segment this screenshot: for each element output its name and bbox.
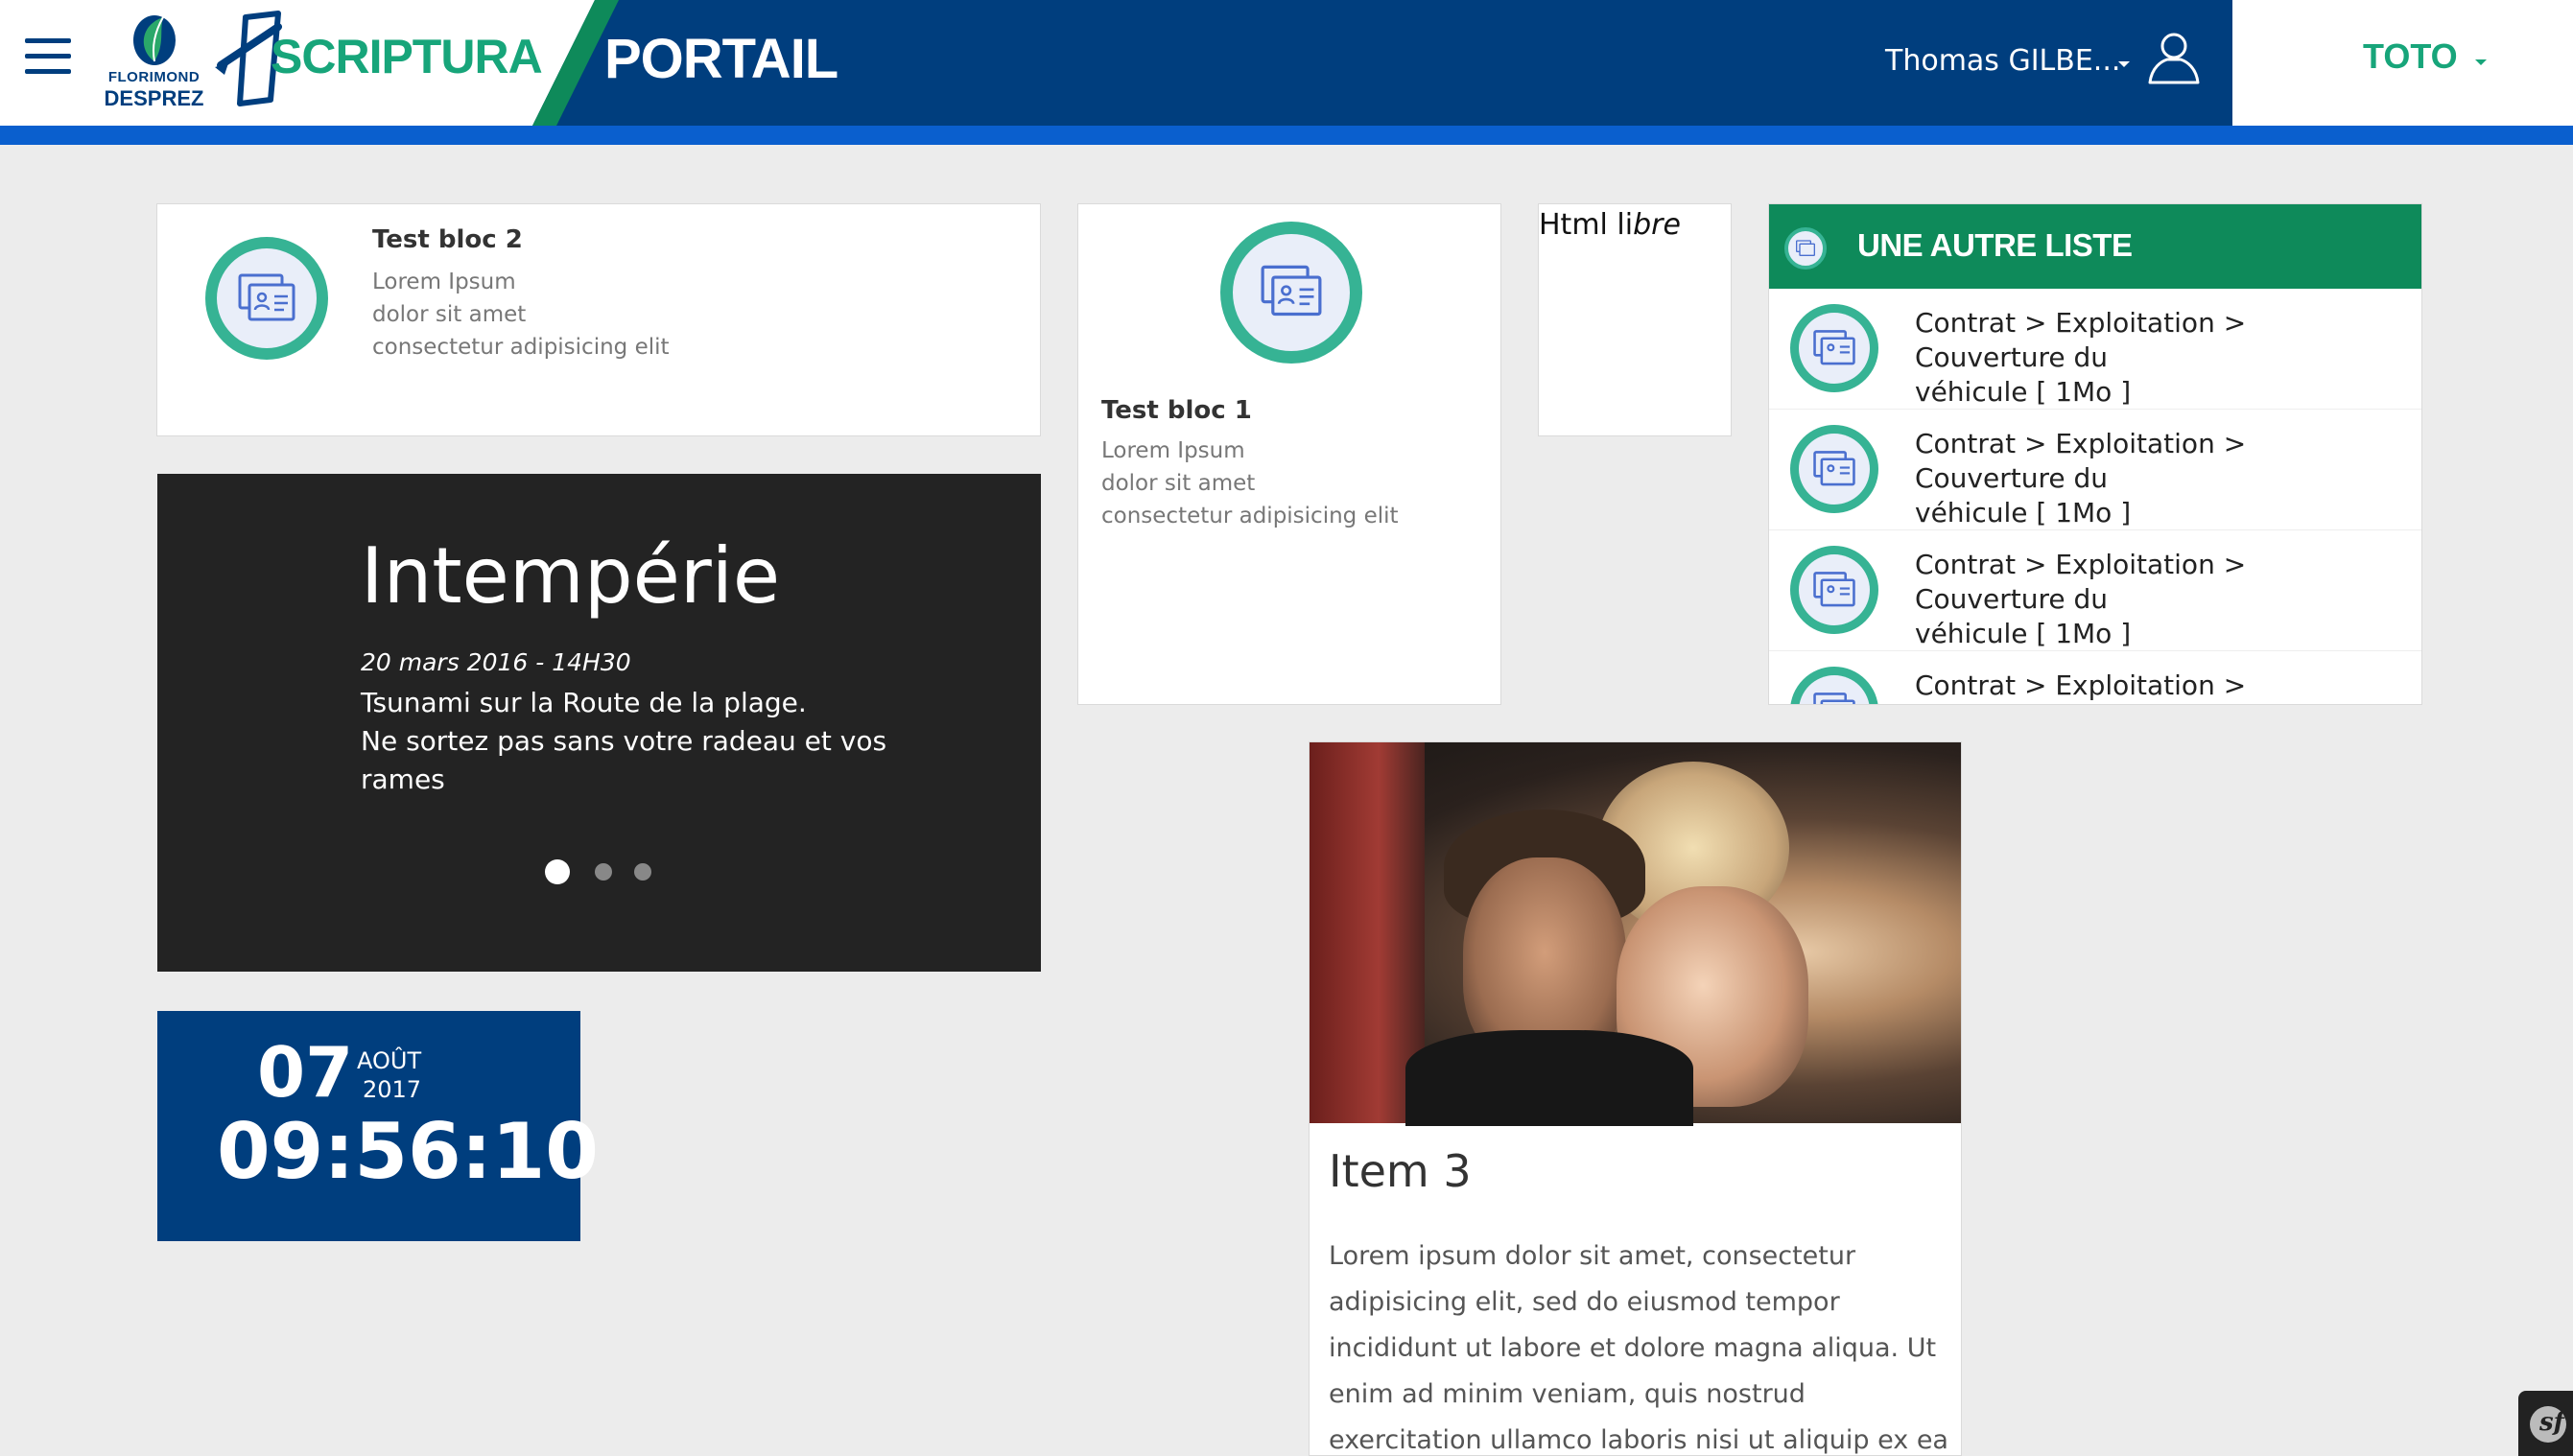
bloc-text-line: consectetur adipisicing elit	[1101, 504, 1399, 528]
logo-text-desprez: DESPREZ	[104, 86, 204, 110]
list-item[interactable]: Contrat > Exploitation > Couverture du vé…	[1769, 289, 2421, 410]
id-card-icon	[1790, 304, 1878, 392]
chevron-down-icon[interactable]	[2475, 59, 2487, 65]
list-item-text: Contrat > Exploitation > Couverture du	[1915, 669, 2247, 701]
id-card-icon	[1790, 546, 1878, 634]
list-item-text: Contrat > Exploitation > Couverture du vé…	[1915, 307, 2247, 408]
list-item[interactable]: Contrat > Exploitation > Couverture du vé…	[1769, 530, 2421, 651]
carousel-text-line: rames	[361, 763, 445, 795]
logo-text-florimond: FLORIMOND	[107, 69, 201, 85]
clock-year: 2017	[363, 1076, 422, 1103]
organisation-menu[interactable]: TOTO	[2363, 36, 2458, 77]
user-menu-name[interactable]: Thomas GILBE...	[1885, 44, 2120, 78]
scriptura-logo[interactable]: SCRIPTURA	[211, 8, 543, 113]
id-card-icon	[1790, 667, 1878, 704]
date-clock-widget: 07 AOÛT 2017 09:56:10	[157, 1011, 599, 1241]
list-item-text: Contrat > Exploitation > Couverture du vé…	[1915, 549, 2247, 649]
list-item[interactable]: Contrat > Exploitation > Couverture du	[1769, 651, 2421, 704]
html-libre-text: Html libre	[1539, 208, 1681, 242]
id-card-icon	[1784, 227, 1827, 270]
carousel-dot-2[interactable]	[595, 863, 612, 881]
bloc-text-line: dolor sit amet	[1101, 471, 1256, 496]
list-title: UNE AUTRE LISTE	[1857, 227, 2133, 263]
news-card-item-3[interactable]: Item 3 Lorem ipsum dolor sit amet, conse…	[1309, 741, 1962, 1456]
bloc-text-line: Lorem Ipsum	[1101, 438, 1245, 463]
carousel-title: Intempérie	[361, 531, 781, 621]
header-accent-bar	[0, 126, 2573, 145]
news-photo	[1310, 742, 1961, 1126]
clock-time: 09:56:10	[217, 1107, 599, 1196]
clock-day: 07	[257, 1032, 354, 1113]
bloc-title: Test bloc 1	[1101, 396, 1252, 425]
leaf-icon	[133, 15, 176, 65]
bloc-title: Test bloc 2	[372, 225, 523, 254]
list-item[interactable]: Contrat > Exploitation > Couverture du vé…	[1769, 410, 2421, 530]
chevron-down-icon[interactable]	[2118, 61, 2130, 67]
bloc-text-line: consectetur adipisicing elit	[372, 335, 670, 360]
news-body: Lorem ipsum dolor sit amet, consectetur …	[1329, 1241, 1948, 1455]
top-header: FLORIMOND DESPREZ SCRIPTURA PORTAIL Thom…	[0, 0, 2573, 126]
user-icon[interactable]	[2144, 27, 2204, 86]
florimond-desprez-logo[interactable]: FLORIMOND DESPREZ	[104, 10, 204, 110]
carousel-dot-1[interactable]	[545, 859, 570, 884]
bloc-card-test-1[interactable]: Test bloc 1 Lorem Ipsum dolor sit amet c…	[1077, 203, 1501, 705]
carousel-text-line: Ne sortez pas sans votre radeau et vos	[361, 725, 887, 757]
bloc-text-line: Lorem Ipsum	[372, 270, 516, 294]
alert-carousel[interactable]: Intempérie 20 mars 2016 - 14H30 Tsunami …	[157, 474, 1041, 972]
scriptura-wordmark: SCRIPTURA	[271, 30, 543, 83]
page-title: PORTAIL	[604, 28, 838, 90]
bloc-card-test-2[interactable]: Test bloc 2 Lorem Ipsum dolor sit amet c…	[156, 203, 1041, 436]
hamburger-menu-icon[interactable]	[25, 38, 73, 77]
id-card-icon	[1220, 222, 1362, 364]
une-autre-liste-card: UNE AUTRE LISTE Contrat > Exploitation >…	[1768, 203, 2422, 705]
list-header: UNE AUTRE LISTE	[1769, 204, 2421, 289]
clock-month: AOÛT	[357, 1047, 422, 1074]
html-libre-card: Html libre	[1538, 203, 1732, 436]
bloc-text-line: dolor sit amet	[372, 302, 527, 327]
list-item-text: Contrat > Exploitation > Couverture du vé…	[1915, 428, 2247, 528]
id-card-icon	[205, 237, 328, 360]
symfony-glyph: sf	[2539, 1408, 2564, 1437]
news-title: Item 3	[1329, 1145, 1472, 1197]
carousel-text-line: Tsunami sur la Route de la plage.	[361, 687, 807, 718]
carousel-dot-3[interactable]	[634, 863, 651, 881]
symfony-toolbar-toggle[interactable]: sf	[2518, 1391, 2573, 1456]
id-card-icon	[1790, 425, 1878, 513]
carousel-date: 20 mars 2016 - 14H30	[361, 648, 631, 676]
